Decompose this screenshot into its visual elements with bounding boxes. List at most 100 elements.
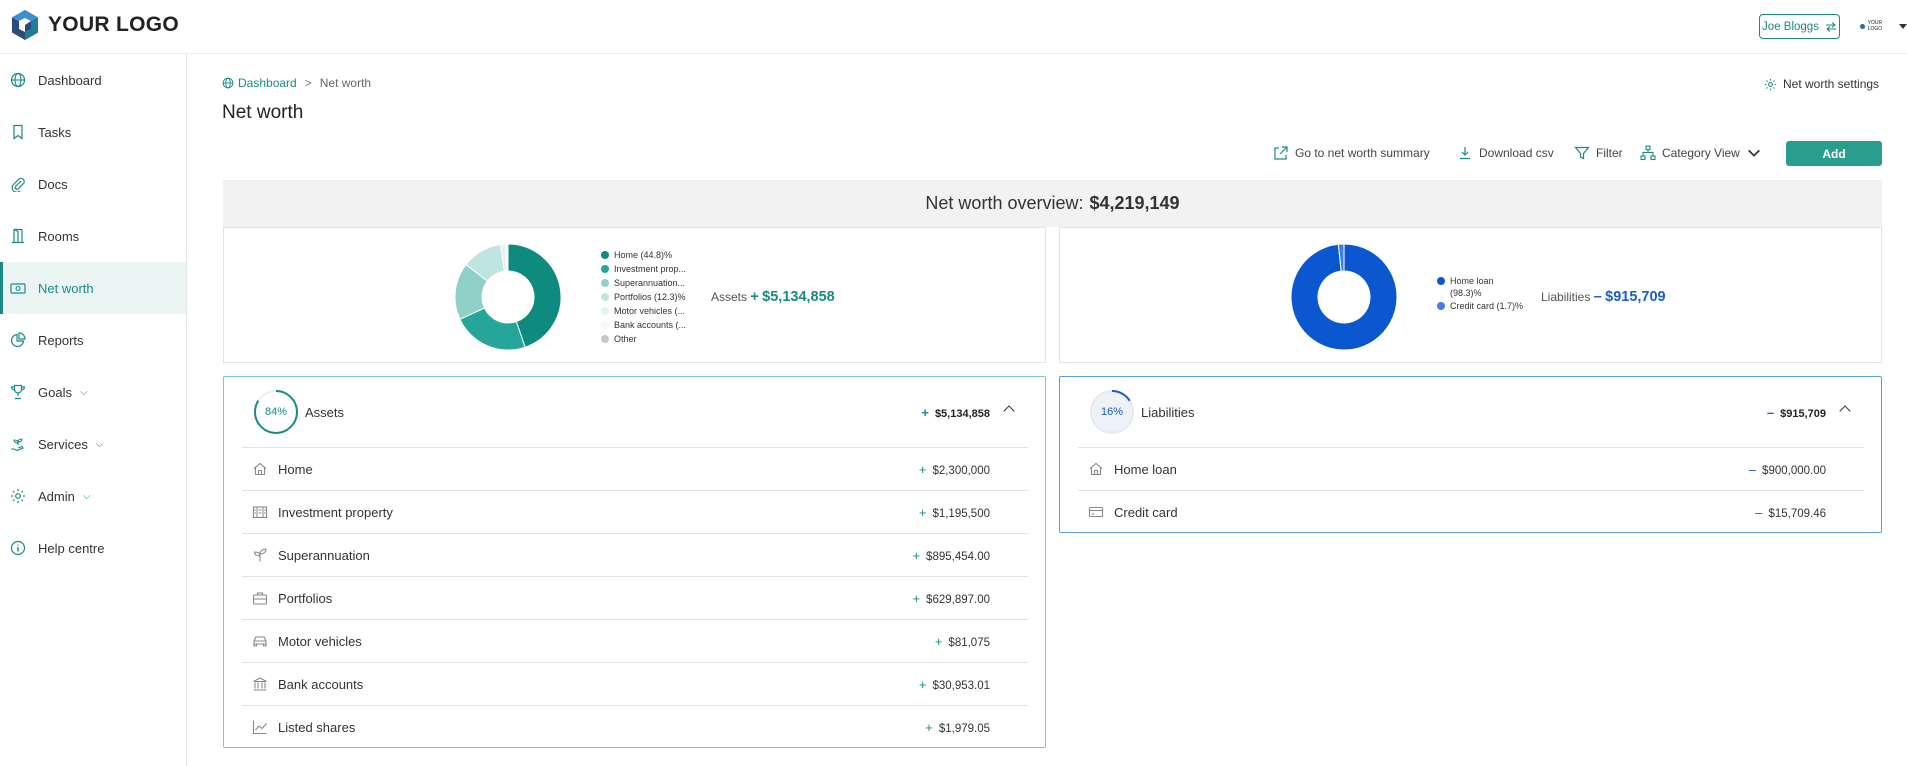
house-icon (1089, 462, 1103, 476)
minus-sign: – (1766, 405, 1775, 420)
chevron-down-icon: ⌵ (82, 490, 91, 502)
legend-swatch (1437, 277, 1445, 285)
assets-total-sign: + (750, 289, 759, 305)
add-button[interactable]: Add (1786, 141, 1882, 166)
legend-label: Portfolios (12.3)% (614, 292, 686, 302)
asset-row-superannuation[interactable]: Superannuation + $895,454.00 (242, 533, 1028, 576)
trophy-icon (10, 384, 26, 400)
view-label: Category View (1662, 146, 1740, 160)
collapse-chevron-icon[interactable] (1003, 405, 1015, 417)
sidebar-item-net-worth[interactable]: Net worth (0, 262, 186, 314)
legend-item: Motor vehicles (... (601, 304, 686, 318)
amount-value: $2,300,000 (932, 464, 990, 477)
chevron-down-icon (1747, 149, 1760, 157)
liabilities-chart-total: Liabilities – $915,709 (1541, 289, 1666, 305)
asset-row-portfolios[interactable]: Portfolios + $629,897.00 (242, 576, 1028, 619)
row-label: Credit card (1114, 504, 1178, 520)
gear-icon (11, 489, 25, 503)
category-view-dropdown[interactable]: Category View (1640, 141, 1762, 165)
assets-chart-card: Home (44.8)% Investment prop... Superann… (223, 227, 1046, 363)
asset-row-home[interactable]: Home + $2,300,000 (242, 447, 1028, 490)
liabilities-legend: Home loan (98.3)% Credit card (1.7)% (1437, 275, 1523, 313)
sidebar-item-help-centre[interactable]: Help centre (0, 522, 186, 574)
assets-list-header[interactable]: 84% Assets + $5,134,858 (224, 377, 1045, 447)
overview-label: Net worth overview: (925, 193, 1084, 213)
amount-value: $30,953.01 (932, 679, 990, 692)
hierarchy-icon (1640, 145, 1656, 161)
sidebar-item-admin[interactable]: Admin ⌵ (0, 470, 186, 522)
breadcrumb-dashboard-link[interactable]: Dashboard (222, 76, 297, 90)
assets-percent-ring: 84% (253, 389, 299, 435)
plus-sign: + (918, 676, 927, 692)
legend-swatch (601, 265, 609, 273)
legend-label: (98.3)% (1450, 288, 1482, 298)
row-amount: + $1,195,500 (919, 505, 1028, 520)
sidebar-item-goals[interactable]: Goals ⌵ (0, 366, 186, 418)
sidebar: Dashboard Tasks Docs Rooms Net worth Rep… (0, 54, 187, 766)
caret-down-icon (1899, 23, 1907, 29)
sidebar-item-tasks[interactable]: Tasks (0, 106, 186, 158)
collapse-chevron-icon[interactable] (1839, 405, 1851, 417)
plus-sign: + (918, 461, 927, 477)
sidebar-item-label: Goals (38, 384, 72, 400)
filter-label: Filter (1596, 146, 1623, 160)
liability-row-home-loan[interactable]: Home loan – $900,000.00 (1078, 447, 1864, 490)
liability-row-credit-card[interactable]: Credit card – $15,709.46 (1078, 490, 1864, 533)
filter-button[interactable]: Filter (1574, 141, 1623, 165)
row-amount: + $895,454.00 (912, 548, 1028, 563)
app-logo[interactable]: YOUR LOGO (10, 9, 179, 41)
sidebar-item-label: Net worth (38, 280, 94, 296)
row-label: Home (278, 461, 313, 477)
sidebar-item-rooms[interactable]: Rooms (0, 210, 186, 262)
plus-sign: + (912, 590, 921, 606)
amount-value: $900,000.00 (1762, 464, 1826, 477)
amount-value: $895,454.00 (926, 550, 990, 563)
asset-row-investment-property[interactable]: Investment property + $1,195,500 (242, 490, 1028, 533)
org-switcher[interactable]: YOUR LOGO (1860, 20, 1907, 32)
row-amount: + $629,897.00 (912, 591, 1028, 606)
row-label: Superannuation (278, 547, 370, 563)
user-name: Joe Bloggs (1762, 20, 1819, 33)
legend-swatch (1437, 302, 1445, 310)
sidebar-item-services[interactable]: Services ⌵ (0, 418, 186, 470)
legend-label: Home (44.8)% (614, 250, 673, 260)
legend-label: Home loan (1450, 276, 1494, 286)
org-logo-icon (1860, 23, 1865, 29)
plus-sign: + (918, 504, 927, 520)
liabilities-chart-card: Home loan (98.3)% Credit card (1.7)% Lia… (1059, 227, 1882, 363)
sidebar-item-reports[interactable]: Reports (0, 314, 186, 366)
net-worth-settings-link[interactable]: Net worth settings (1764, 77, 1879, 91)
top-bar: YOUR LOGO Joe Bloggs YOUR LOGO (0, 0, 1907, 54)
liabilities-total: – $915,709 (1767, 405, 1826, 420)
share-icon (1274, 146, 1288, 160)
credit-card-icon (1088, 506, 1104, 518)
amount-value: $1,195,500 (932, 507, 990, 520)
legend-swatch (601, 307, 609, 315)
gear-icon (1764, 78, 1777, 90)
pie-chart-icon (10, 332, 26, 348)
assets-chart-total: Assets + $5,134,858 (711, 289, 835, 305)
user-switch-button[interactable]: Joe Bloggs (1759, 14, 1840, 39)
net-worth-overview-banner: Net worth overview: $4,219,149 (223, 180, 1882, 227)
legend-swatch (601, 335, 609, 343)
row-label: Portfolios (278, 590, 333, 606)
row-amount: – $900,000.00 (1749, 462, 1864, 477)
org-logo-text: YOUR LOGO (1867, 20, 1883, 32)
sidebar-item-docs[interactable]: Docs (0, 158, 186, 210)
asset-row-bank-accounts[interactable]: Bank accounts + $30,953.01 (242, 662, 1028, 705)
breadcrumb-separator: > (304, 76, 312, 90)
breadcrumb: Dashboard > Net worth (222, 76, 371, 90)
asset-row-listed-shares[interactable]: Listed shares + $1,979.05 (242, 705, 1028, 748)
liabilities-list-header[interactable]: 16% Liabilities – $915,709 (1060, 377, 1881, 447)
download-csv-button[interactable]: Download csv (1457, 141, 1554, 165)
swap-icon (1825, 21, 1836, 32)
go-to-summary-button[interactable]: Go to net worth summary (1273, 141, 1430, 165)
download-icon (1460, 147, 1470, 160)
sidebar-item-dashboard[interactable]: Dashboard (0, 54, 186, 106)
row-label: Listed shares (278, 719, 356, 735)
asset-row-motor-vehicles[interactable]: Motor vehicles + $81,075 (242, 619, 1028, 662)
legend-label: Bank accounts (... (614, 320, 687, 330)
row-label: Home loan (1114, 461, 1177, 477)
legend-item: Investment prop... (601, 262, 686, 276)
legend-swatch (601, 251, 609, 259)
